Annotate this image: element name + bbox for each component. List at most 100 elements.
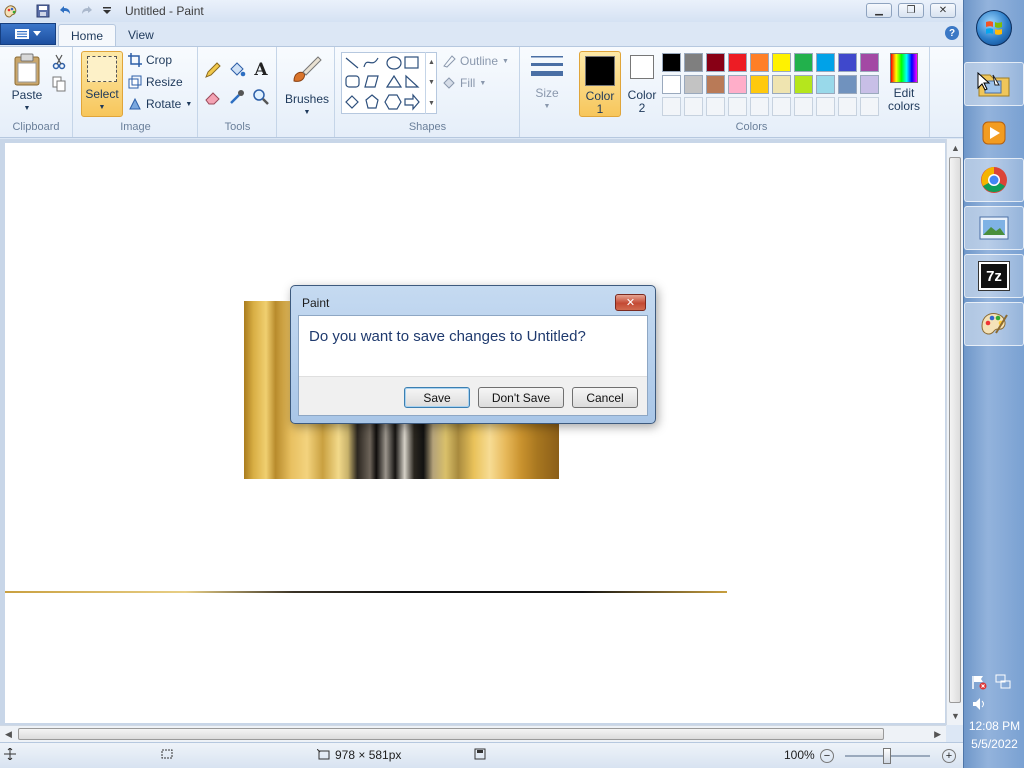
palette-swatch[interactable] xyxy=(772,53,791,72)
resize-button[interactable]: Resize xyxy=(128,75,183,89)
palette-swatch[interactable] xyxy=(750,53,769,72)
select-button[interactable]: Select ▼ xyxy=(81,51,123,117)
zoom-slider-thumb[interactable] xyxy=(883,748,891,764)
custom-color-slot[interactable] xyxy=(772,97,791,116)
paint-app-icon[interactable] xyxy=(3,3,19,19)
chevron-down-icon xyxy=(33,31,41,36)
scroll-down-arrow[interactable]: ▼ xyxy=(951,711,960,721)
palette-swatch[interactable] xyxy=(794,75,813,94)
volume-icon[interactable] xyxy=(971,696,987,715)
taskbar-media-player[interactable] xyxy=(964,111,1024,155)
save-button[interactable]: Save xyxy=(404,387,470,408)
tab-view[interactable]: View xyxy=(116,24,166,46)
action-center-icon[interactable] xyxy=(971,674,987,693)
palette-swatch[interactable] xyxy=(860,75,879,94)
palette-swatch[interactable] xyxy=(706,53,725,72)
custom-color-slot[interactable] xyxy=(816,97,835,116)
palette-swatch[interactable] xyxy=(816,75,835,94)
eraser-icon[interactable] xyxy=(203,87,223,107)
palette-swatch[interactable] xyxy=(662,75,681,94)
custom-color-slot[interactable] xyxy=(750,97,769,116)
chevron-down-icon: ▼ xyxy=(543,103,551,110)
vertical-scrollbar[interactable]: ▲ ▼ xyxy=(946,139,963,725)
custom-color-slot[interactable] xyxy=(662,97,681,116)
dialog-close-button[interactable]: ✕ xyxy=(615,294,646,311)
palette-swatch[interactable] xyxy=(728,53,747,72)
outline-button[interactable]: Outline ▼ xyxy=(442,54,509,68)
dialog-message: Do you want to save changes to Untitled? xyxy=(309,328,586,345)
shapes-scroll[interactable]: ▲ ▼ ▼ xyxy=(425,52,437,114)
magnifier-icon[interactable] xyxy=(251,87,271,107)
shapes-gallery-icons[interactable] xyxy=(342,53,438,115)
custom-color-slot[interactable] xyxy=(706,97,725,116)
edit-colors-button[interactable]: Edit colors xyxy=(884,53,924,113)
color1-button[interactable]: Color 1 xyxy=(579,51,621,117)
rotate-button[interactable]: Rotate ▼ xyxy=(128,97,192,111)
drawing-canvas[interactable] xyxy=(5,143,945,723)
taskbar-7zip[interactable]: 7z xyxy=(964,254,1024,298)
paste-button[interactable]: Paste ▼ xyxy=(8,53,46,115)
zoom-in-button[interactable]: + xyxy=(942,749,956,763)
taskbar-chrome[interactable] xyxy=(964,158,1024,202)
cut-icon[interactable] xyxy=(49,52,69,72)
taskbar-paint[interactable] xyxy=(964,302,1024,346)
text-tool-icon[interactable]: A xyxy=(251,60,271,80)
dont-save-button[interactable]: Don't Save xyxy=(478,387,564,408)
color-picker-icon[interactable] xyxy=(227,87,247,107)
fill-bucket-icon[interactable] xyxy=(227,60,247,80)
zoom-out-button[interactable]: − xyxy=(820,749,834,763)
help-icon[interactable]: ? xyxy=(945,26,959,40)
tab-home[interactable]: Home xyxy=(58,24,117,46)
custom-color-slot[interactable] xyxy=(684,97,703,116)
customize-quick-access-icon[interactable] xyxy=(99,3,115,19)
scroll-up-arrow[interactable]: ▲ xyxy=(951,143,960,153)
minimize-button[interactable]: ▁ xyxy=(866,3,892,18)
network-icon[interactable] xyxy=(995,674,1011,693)
horizontal-scroll-thumb[interactable] xyxy=(18,728,884,740)
horizontal-scrollbar[interactable]: ◀ ▶ xyxy=(0,725,946,742)
palette-swatch[interactable] xyxy=(772,75,791,94)
fill-button[interactable]: Fill ▼ xyxy=(442,76,486,90)
clock-time[interactable]: 12:08 PM xyxy=(964,719,1024,733)
scroll-right-arrow[interactable]: ▶ xyxy=(934,729,941,740)
brush-icon xyxy=(293,56,322,82)
palette-swatch[interactable] xyxy=(684,75,703,94)
palette-swatch[interactable] xyxy=(838,75,857,94)
color2-button[interactable]: Color 2 xyxy=(624,55,660,115)
palette-swatch[interactable] xyxy=(838,53,857,72)
palette-swatch[interactable] xyxy=(662,53,681,72)
save-quick-icon[interactable] xyxy=(35,3,51,19)
close-button[interactable]: ✕ xyxy=(930,3,956,18)
size-button[interactable]: Size ▼ xyxy=(527,53,567,113)
palette-swatch[interactable] xyxy=(684,53,703,72)
paste-label: Paste xyxy=(11,88,43,102)
palette-swatch[interactable] xyxy=(706,75,725,94)
start-button[interactable] xyxy=(976,10,1012,46)
custom-color-slot[interactable] xyxy=(728,97,747,116)
cancel-button[interactable]: Cancel xyxy=(572,387,638,408)
brushes-button[interactable]: Brushes ▼ xyxy=(285,53,329,119)
palette-swatch[interactable] xyxy=(860,53,879,72)
clock-date[interactable]: 5/5/2022 xyxy=(964,737,1024,751)
palette-swatch[interactable] xyxy=(728,75,747,94)
custom-color-slot[interactable] xyxy=(794,97,813,116)
file-menu-button[interactable] xyxy=(0,23,56,45)
undo-icon[interactable] xyxy=(57,3,73,19)
copy-icon[interactable] xyxy=(49,74,69,94)
palette-swatch[interactable] xyxy=(816,53,835,72)
palette-swatch[interactable] xyxy=(794,53,813,72)
redo-icon[interactable] xyxy=(79,3,95,19)
drawn-horizontal-line xyxy=(5,591,727,593)
taskbar-file-explorer[interactable] xyxy=(964,62,1024,106)
crop-button[interactable]: Crop xyxy=(128,53,172,67)
maximize-button[interactable]: ❐ xyxy=(898,3,924,18)
palette-swatch[interactable] xyxy=(750,75,769,94)
zoom-level: 100% xyxy=(784,748,815,762)
taskbar-photo-viewer[interactable] xyxy=(964,206,1024,250)
pencil-icon[interactable] xyxy=(203,60,223,80)
custom-color-slot[interactable] xyxy=(838,97,857,116)
custom-color-slot[interactable] xyxy=(860,97,879,116)
select-icon xyxy=(87,56,117,82)
scroll-left-arrow[interactable]: ◀ xyxy=(5,729,12,740)
vertical-scroll-thumb[interactable] xyxy=(949,157,961,703)
